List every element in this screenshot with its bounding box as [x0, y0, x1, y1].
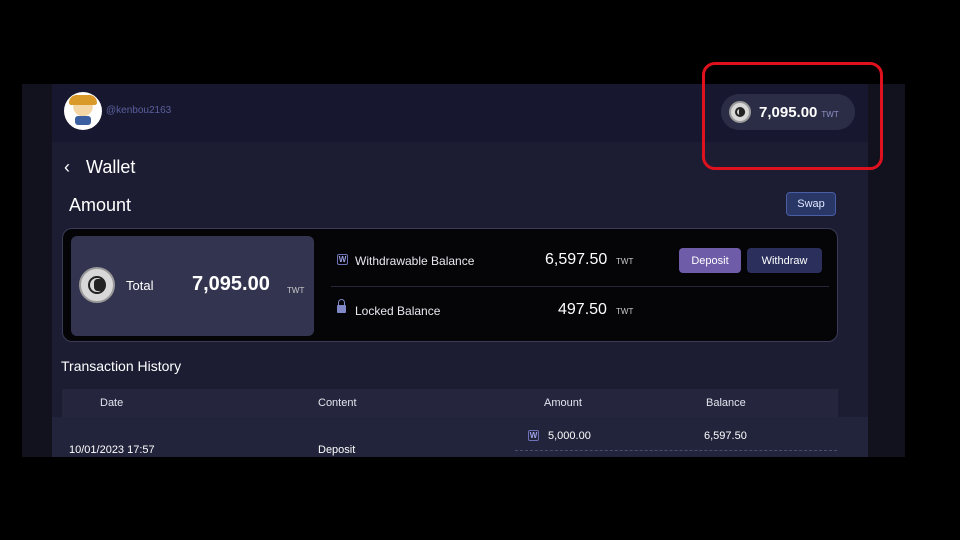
total-unit: TWT	[287, 286, 305, 295]
divider	[331, 286, 829, 287]
locked-balance-amount: 497.50	[558, 301, 607, 318]
avatar[interactable]	[64, 92, 102, 130]
total-amount: 7,095.00	[192, 273, 270, 295]
locked-balance-label: Locked Balance	[355, 304, 441, 318]
swap-button[interactable]: Swap	[786, 192, 836, 216]
transaction-history-title: Transaction History	[61, 358, 182, 374]
amount-heading: Amount	[69, 195, 132, 215]
twt-coin-icon	[79, 267, 115, 303]
page-title: Wallet	[86, 157, 136, 177]
wallet-w-icon: W	[337, 254, 348, 265]
highlight-annotation	[702, 62, 883, 170]
column-header-date: Date	[100, 397, 124, 409]
withdrawable-balance-amount: 6,597.50	[545, 251, 608, 268]
balance-card: Total 7,095.00 TWT W Withdrawable Balanc…	[62, 228, 838, 342]
table-row[interactable]: 10/01/2023 17:57 Deposit W 5,000.00 6,59…	[52, 417, 868, 457]
withdrawable-balance-unit: TWT	[616, 257, 634, 266]
username[interactable]: @kenbou2163	[106, 105, 171, 116]
divider	[515, 450, 837, 451]
row-balance: 6,597.50	[704, 430, 747, 442]
total-label: Total	[126, 278, 154, 293]
total-balance-box: Total 7,095.00 TWT	[71, 236, 314, 336]
deposit-button[interactable]: Deposit	[679, 248, 741, 273]
withdraw-button[interactable]: Withdraw	[747, 248, 822, 273]
wallet-w-icon: W	[528, 430, 539, 441]
row-content: Deposit	[318, 444, 356, 456]
locked-balance-unit: TWT	[616, 307, 634, 316]
lock-icon	[337, 299, 346, 313]
chevron-left-icon[interactable]: ‹	[64, 158, 70, 176]
column-header-amount: Amount	[544, 397, 582, 409]
column-header-content: Content	[318, 397, 357, 409]
row-date: 10/01/2023 17:57	[69, 444, 155, 456]
transaction-table-header: Date Content Amount Balance	[62, 389, 838, 417]
column-header-balance: Balance	[706, 397, 746, 409]
row-amount: 5,000.00	[548, 430, 591, 442]
withdrawable-balance-label: Withdrawable Balance	[355, 254, 475, 268]
